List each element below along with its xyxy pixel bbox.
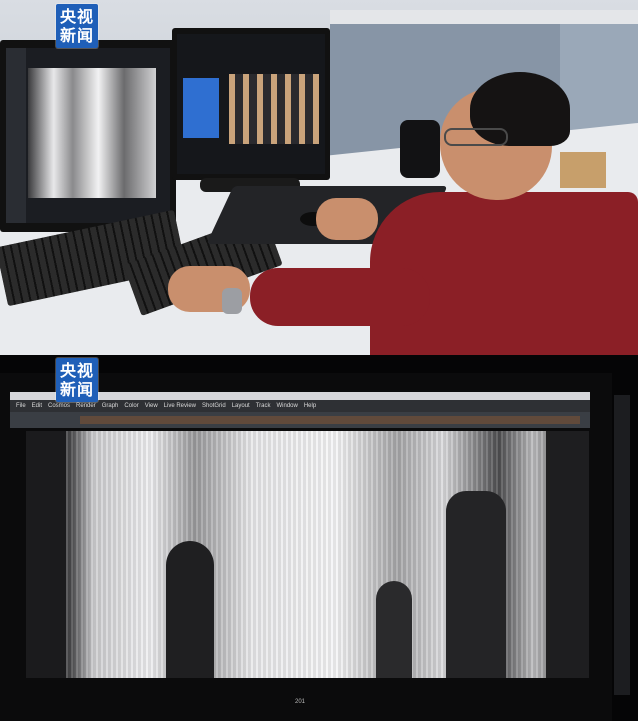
rock-pillar-right	[446, 491, 506, 678]
left-monitor-screen	[6, 48, 170, 223]
editor-menubar: File Edit Cosmos Render Graph Color View Live R…	[10, 400, 590, 412]
menu-item-window[interactable]: Window	[277, 403, 298, 409]
menu-item-color[interactable]: Color	[124, 403, 138, 409]
side-toolbar	[614, 395, 630, 695]
watermark-line1: 央视	[60, 361, 95, 380]
desk-phone	[400, 120, 440, 178]
timeline-strip	[80, 416, 580, 424]
top-photo-artist-at-workstation	[0, 0, 638, 355]
eyeglasses	[444, 128, 508, 146]
cliff-left	[26, 431, 66, 678]
3d-viewport-blue-object	[183, 78, 219, 138]
menu-item-help[interactable]: Help	[304, 403, 316, 409]
wristwatch	[222, 288, 242, 314]
person-hand-mouse	[316, 198, 378, 240]
asset-thumbnails	[229, 74, 319, 144]
menu-item-layout[interactable]: Layout	[232, 403, 250, 409]
frame-counter: 201	[294, 699, 305, 705]
bottom-photo-editor-screen: File Edit Cosmos Render Graph Color View Live R…	[0, 355, 638, 721]
person-arm	[250, 268, 430, 326]
menu-item-view[interactable]: View	[145, 403, 158, 409]
right-monitor	[172, 28, 330, 180]
menu-item-edit[interactable]: Edit	[32, 403, 42, 409]
rock-pillar-left	[166, 541, 214, 678]
menu-item-graph[interactable]: Graph	[102, 403, 119, 409]
editor-toolstrip	[10, 412, 590, 428]
watermark-line2: 新闻	[60, 380, 95, 399]
right-monitor-screen	[177, 34, 325, 174]
menu-item-live-review[interactable]: Live Review	[164, 403, 196, 409]
left-monitor	[0, 40, 176, 232]
menu-item-shotgrid[interactable]: ShotGrid	[202, 403, 226, 409]
menu-item-render[interactable]: Render	[76, 403, 96, 409]
cctv-news-watermark-bottom: 央视 新闻	[56, 358, 99, 402]
cctv-news-watermark-top: 央视 新闻	[56, 4, 99, 48]
menu-item-cosmos[interactable]: Cosmos	[48, 403, 70, 409]
waterfall-viewport	[26, 431, 589, 678]
cliff-right	[546, 431, 589, 678]
menu-item-file[interactable]: File	[16, 403, 26, 409]
menu-item-track[interactable]: Track	[256, 403, 271, 409]
watermark-line2: 新闻	[60, 26, 95, 45]
cardboard-box	[560, 152, 606, 188]
rock-pillar-middle	[376, 581, 412, 678]
watermark-line1: 央视	[60, 7, 95, 26]
tool-panel	[6, 48, 26, 223]
cubicle-shelf	[330, 10, 638, 24]
waterfall-render-preview	[28, 68, 156, 198]
